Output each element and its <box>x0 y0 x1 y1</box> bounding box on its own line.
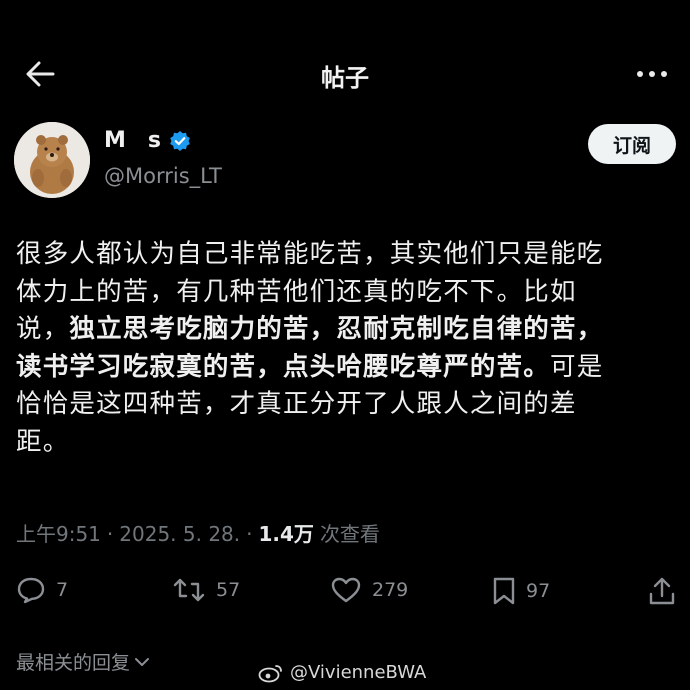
reply-count: 7 <box>56 579 69 601</box>
post-line-part: 说， <box>16 314 70 344</box>
share-icon <box>649 577 675 605</box>
page-title: 帖子 <box>321 64 369 92</box>
share-button[interactable] <box>648 576 676 606</box>
post-line: 距。 <box>16 426 70 457</box>
post-line: 恰恰是这四种苦，才真正分开了人跟人之间的差 <box>16 389 577 419</box>
post-line-part: 读书学习吃寂寞的苦，点头哈腰吃尊严的苦。 <box>16 351 551 382</box>
reply-icon <box>17 577 45 604</box>
chevron-down-icon <box>135 657 150 666</box>
watermark: @VivienneBWA <box>258 662 426 683</box>
like-button[interactable]: 279 <box>330 576 408 604</box>
author-row: M s @Morris_LT 订阅 <box>14 120 676 200</box>
repost-icon <box>173 578 205 602</box>
repost-button[interactable]: 57 <box>172 576 240 604</box>
post-meta: 上午9:51 · 2025. 5. 28. · 1.4万 次查看 <box>16 518 380 547</box>
meta-separator: · <box>106 522 114 546</box>
top-bar: 帖子 <box>0 40 690 110</box>
more-button[interactable] <box>632 60 672 88</box>
subscribe-button[interactable]: 订阅 <box>588 124 676 164</box>
bookmark-count: 97 <box>526 580 551 602</box>
author-handle[interactable]: @Morris_LT <box>104 164 222 188</box>
post-line: 说，独立思考吃脑力的苦，忍耐克制吃自律的苦， <box>16 311 676 349</box>
replies-sort-dropdown[interactable]: 最相关的回复 <box>16 648 150 675</box>
post-line: 体力上的苦，有几种苦他们还真的吃不下。比如 <box>16 276 577 307</box>
post-line-part: 可是 <box>550 351 604 382</box>
verified-badge-icon <box>170 130 190 151</box>
heart-icon <box>331 577 361 603</box>
watermark-text: @VivienneBWA <box>290 662 427 683</box>
view-count[interactable]: 1.4万 <box>259 518 314 547</box>
meta-separator: · <box>246 522 253 546</box>
bookmark-button[interactable]: 97 <box>492 576 550 606</box>
post-time: 上午9:51 <box>16 522 101 546</box>
weibo-logo-icon <box>258 664 282 682</box>
more-horizontal-icon <box>637 71 667 77</box>
like-count: 279 <box>372 579 409 601</box>
post-line: 很多人都认为自己非常能吃苦，其实他们只是能吃 <box>16 239 604 269</box>
bear-avatar-image <box>14 122 90 198</box>
post-text: 很多人都认为自己非常能吃苦，其实他们只是能吃 体力上的苦，有几种苦他们还真的吃不… <box>16 236 676 461</box>
post-date: 2025. 5. 28. <box>119 522 241 546</box>
reply-button[interactable]: 7 <box>16 576 68 604</box>
post-line: 读书学习吃寂寞的苦，点头哈腰吃尊严的苦。可是 <box>16 349 676 387</box>
view-count-label: 次查看 <box>319 522 380 546</box>
action-bar: 7 57 279 97 <box>0 568 690 618</box>
avatar[interactable] <box>14 122 90 198</box>
post-line-part: 独立思考吃脑力的苦，忍耐克制吃自律的苦， <box>69 314 604 344</box>
bookmark-icon <box>493 577 515 605</box>
display-name-text: M s <box>104 128 161 153</box>
replies-sort-label: 最相关的回复 <box>16 652 131 674</box>
display-name[interactable]: M s <box>104 128 191 153</box>
repost-count: 57 <box>216 579 241 601</box>
